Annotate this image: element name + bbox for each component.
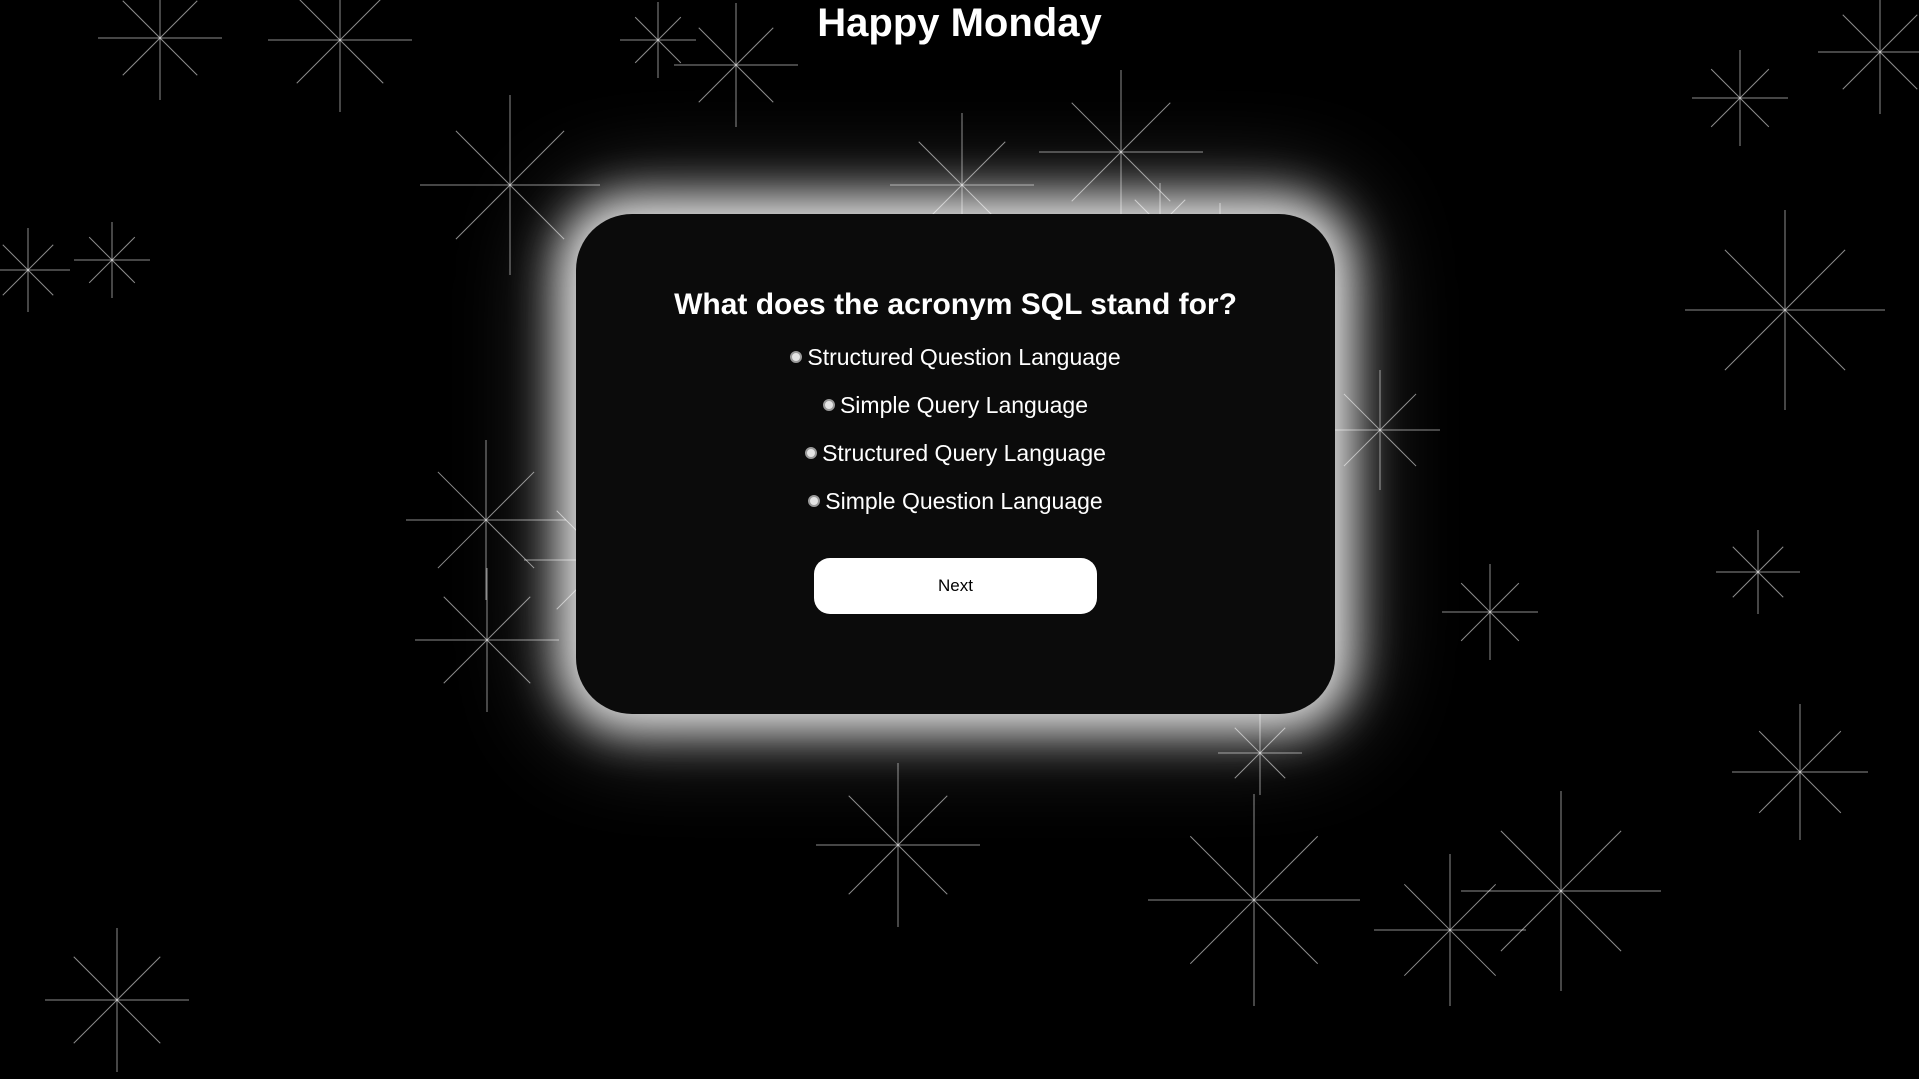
- answer-option-label[interactable]: Simple Question Language: [825, 488, 1102, 515]
- radio-button[interactable]: [822, 399, 835, 411]
- answer-option[interactable]: Structured Query Language: [576, 429, 1335, 477]
- sparkle: [406, 440, 566, 600]
- sparkle: [1685, 210, 1885, 410]
- answer-option[interactable]: Structured Question Language: [576, 333, 1335, 381]
- sparkle: [1442, 564, 1538, 660]
- sparkle: [816, 763, 980, 927]
- radio-button[interactable]: [805, 447, 818, 459]
- sparkle: [1039, 70, 1203, 234]
- sparkle: [1692, 50, 1788, 146]
- sparkle: [0, 228, 70, 312]
- quiz-content: What does the acronym SQL stand for? Str…: [576, 214, 1335, 714]
- sparkle: [1732, 704, 1868, 840]
- answer-option[interactable]: Simple Query Language: [576, 381, 1335, 429]
- sparkle: [1716, 530, 1800, 614]
- answer-options: Structured Question Language Simple Quer…: [576, 333, 1335, 525]
- sparkle: [74, 222, 150, 298]
- sparkle: [415, 568, 559, 712]
- answer-option-label[interactable]: Structured Question Language: [807, 344, 1120, 371]
- sparkle: [1461, 791, 1661, 991]
- next-button[interactable]: Next: [814, 558, 1097, 614]
- sparkle: [1218, 711, 1302, 795]
- sparkle: [1320, 370, 1440, 490]
- sparkle: [1374, 854, 1526, 1006]
- sparkle: [420, 95, 600, 275]
- sparkle: [45, 928, 189, 1072]
- sparkle: [1148, 794, 1360, 1006]
- answer-option-label[interactable]: Simple Query Language: [840, 392, 1088, 419]
- radio-button[interactable]: [790, 351, 803, 363]
- answer-option-label[interactable]: Structured Query Language: [822, 440, 1106, 467]
- answer-option[interactable]: Simple Question Language: [576, 477, 1335, 525]
- page-title: Happy Monday: [817, 1, 1102, 45]
- question-text: What does the acronym SQL stand for?: [674, 288, 1237, 321]
- radio-button[interactable]: [808, 495, 821, 507]
